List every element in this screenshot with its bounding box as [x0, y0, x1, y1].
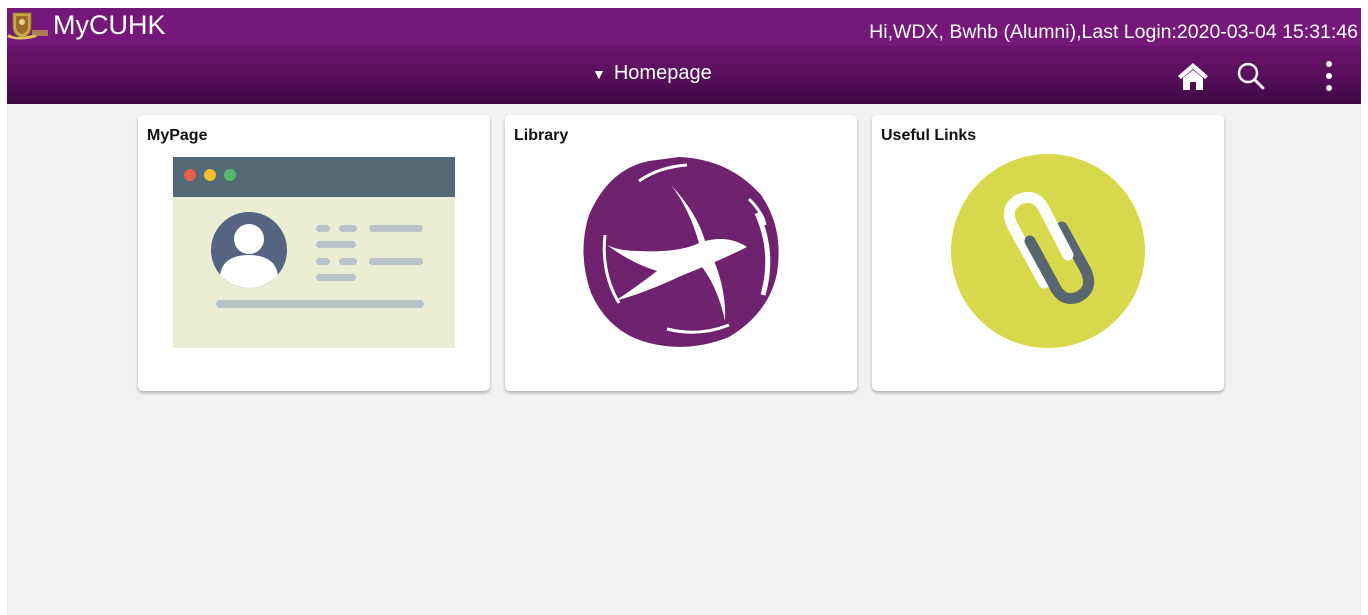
library-swallow-logo-icon	[583, 157, 779, 347]
search-icon	[1237, 62, 1265, 90]
profile-card-illustration-icon	[173, 157, 455, 348]
header-banner: MyCUHK Hi,WDX, Bwhb (Alumni),Last Login:…	[7, 8, 1361, 104]
tile-title: Useful Links	[881, 127, 977, 144]
tile-title: Library	[514, 127, 569, 144]
caret-down-icon: ▼	[592, 65, 606, 82]
more-actions-button[interactable]	[1311, 58, 1347, 94]
tile-mypage[interactable]: MyPage	[138, 115, 490, 391]
tile-library[interactable]: Library	[505, 115, 857, 391]
more-vertical-icon	[1326, 61, 1332, 91]
tile-title: MyPage	[147, 127, 208, 144]
cuhk-crest-icon	[7, 12, 48, 40]
tile-useful-links[interactable]: Useful Links	[872, 115, 1224, 391]
link-chain-icon	[951, 154, 1145, 348]
home-icon	[1178, 63, 1208, 90]
homepage-label: Homepage	[613, 62, 712, 84]
user-greeting: Hi,WDX, Bwhb (Alumni),Last Login:2020-03…	[869, 21, 1358, 43]
logo-text: MyCUHK	[53, 10, 166, 40]
mycuhk-logo[interactable]: MyCUHK	[7, 10, 166, 40]
home-button[interactable]	[1175, 58, 1211, 94]
homepage-dropdown[interactable]: ▼ Homepage	[592, 62, 712, 85]
search-button[interactable]	[1233, 58, 1269, 94]
app-frame: MyCUHK Hi,WDX, Bwhb (Alumni),Last Login:…	[7, 8, 1361, 615]
